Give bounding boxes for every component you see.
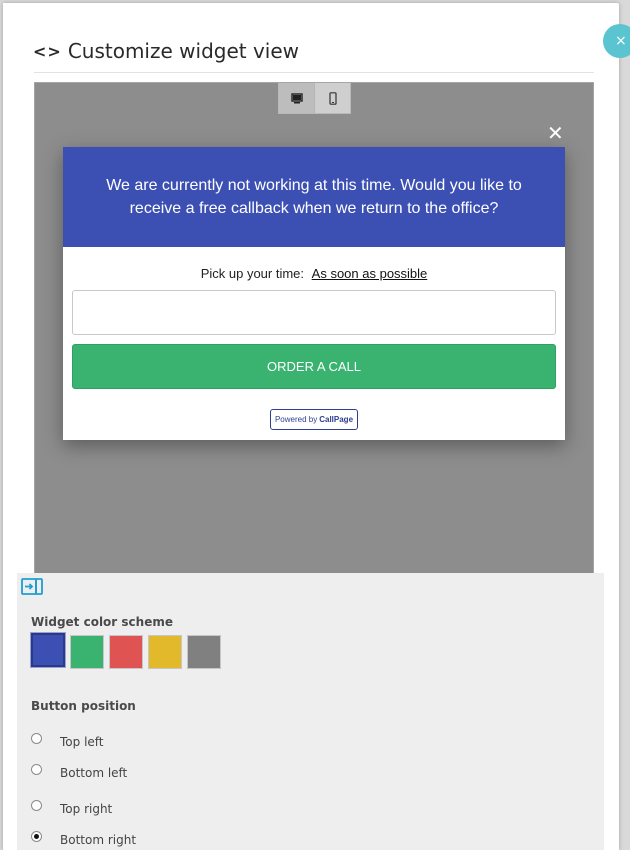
callback-popup: We are currently not working at this tim…: [63, 147, 565, 440]
desktop-view-button[interactable]: [279, 83, 314, 113]
mobile-view-button[interactable]: [314, 83, 350, 113]
code-icon: <>: [33, 41, 62, 61]
swatch-gray[interactable]: [187, 635, 221, 669]
radio-bottom-left[interactable]: [31, 763, 42, 775]
position-option-top-left[interactable]: Top left: [31, 732, 104, 749]
order-call-button[interactable]: ORDER A CALL: [72, 344, 556, 389]
dialog-title-row: <> Customize widget view: [33, 39, 299, 63]
collapse-panel-icon[interactable]: [21, 578, 43, 599]
position-option-top-right[interactable]: Top right: [31, 799, 113, 816]
dialog-title: Customize widget view: [67, 39, 300, 63]
swatch-green[interactable]: [70, 635, 104, 669]
color-swatches: [31, 633, 226, 669]
phone-input[interactable]: [72, 290, 556, 335]
popup-close-icon[interactable]: ✕: [547, 121, 564, 145]
close-icon: ×: [615, 33, 627, 49]
position-label: Top left: [60, 735, 104, 749]
position-option-bottom-right[interactable]: Bottom right: [31, 830, 137, 847]
radio-bottom-right[interactable]: [31, 830, 42, 842]
desktop-icon: [290, 92, 303, 103]
radio-top-left[interactable]: [31, 732, 42, 744]
position-option-bottom-left[interactable]: Bottom left: [31, 763, 128, 780]
powered-prefix: Powered by: [274, 415, 318, 424]
radio-top-right[interactable]: [31, 799, 42, 811]
swatch-red[interactable]: [109, 635, 143, 669]
color-scheme-label: Widget color scheme: [31, 615, 173, 629]
popup-header: We are currently not working at this tim…: [63, 147, 565, 247]
swatch-blue[interactable]: [31, 633, 65, 667]
position-label: Top right: [60, 802, 113, 816]
widget-settings-panel: Widget color scheme Button position Top …: [17, 573, 604, 850]
pickup-time-row: Pick up your time: As soon as possible: [63, 266, 565, 281]
widget-preview: ✕ We are currently not working at this t…: [34, 82, 594, 576]
position-label: Bottom right: [60, 833, 137, 847]
powered-by-badge[interactable]: Powered by CallPage: [270, 409, 358, 430]
pickup-label: Pick up your time:: [200, 266, 305, 281]
button-position-label: Button position: [31, 699, 136, 713]
title-divider: [34, 72, 594, 73]
pickup-time-link[interactable]: As soon as possible: [312, 266, 428, 281]
device-toggle: [278, 83, 351, 114]
mobile-icon: [328, 91, 337, 105]
swatch-yellow[interactable]: [148, 635, 182, 669]
dialog-close-button[interactable]: ×: [603, 24, 630, 58]
popup-message: We are currently not working at this tim…: [106, 177, 522, 217]
powered-brand: CallPage: [319, 415, 354, 424]
position-label: Bottom left: [60, 766, 128, 780]
